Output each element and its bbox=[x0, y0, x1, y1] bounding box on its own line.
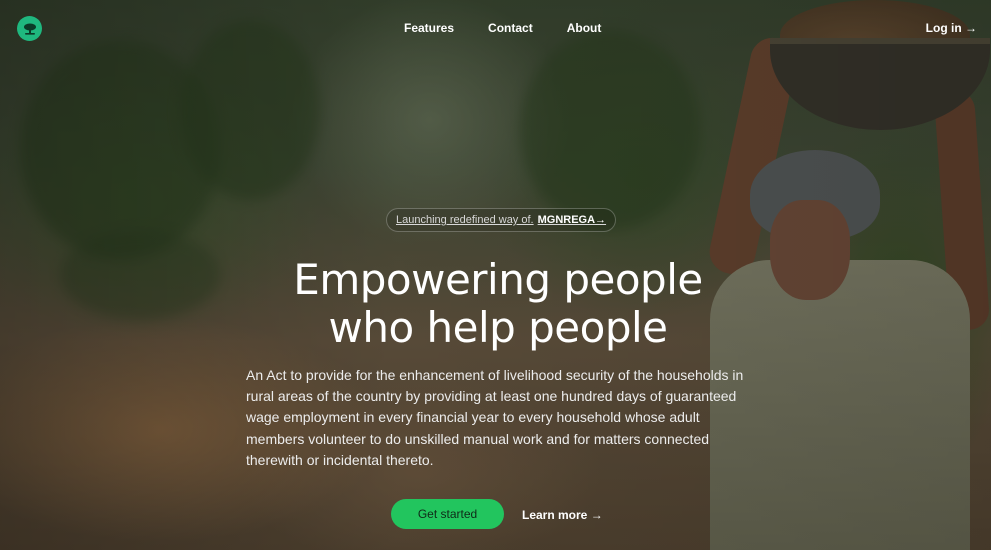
hero-title: Empowering people who help people bbox=[0, 256, 991, 352]
nav-link-contact[interactable]: Contact bbox=[488, 20, 533, 36]
hero-title-line-1: Empowering people bbox=[293, 255, 703, 304]
nav-links: Features Contact About bbox=[404, 20, 635, 36]
nav-link-about[interactable]: About bbox=[567, 20, 602, 36]
hero-title-line-2: who help people bbox=[328, 303, 668, 352]
login-link[interactable]: Log in → bbox=[926, 20, 977, 36]
nav-link-features[interactable]: Features bbox=[404, 20, 454, 36]
hero-description: An Act to provide for the enhancement of… bbox=[246, 367, 744, 468]
top-navbar: Features Contact About Log in → bbox=[0, 0, 991, 56]
logo[interactable] bbox=[17, 16, 42, 41]
announcement-highlight: MGNREGA→ bbox=[537, 214, 607, 226]
learn-more-link[interactable]: Learn more → bbox=[522, 507, 603, 523]
tree-icon bbox=[23, 23, 36, 35]
announcement-pill[interactable]: Launching redefined way of. MGNREGA→ bbox=[386, 208, 617, 232]
get-started-button[interactable]: Get started bbox=[391, 499, 504, 529]
announcement-text: Launching redefined way of. bbox=[396, 214, 534, 226]
hero-section: Features Contact About Log in → Launchin… bbox=[0, 0, 991, 550]
